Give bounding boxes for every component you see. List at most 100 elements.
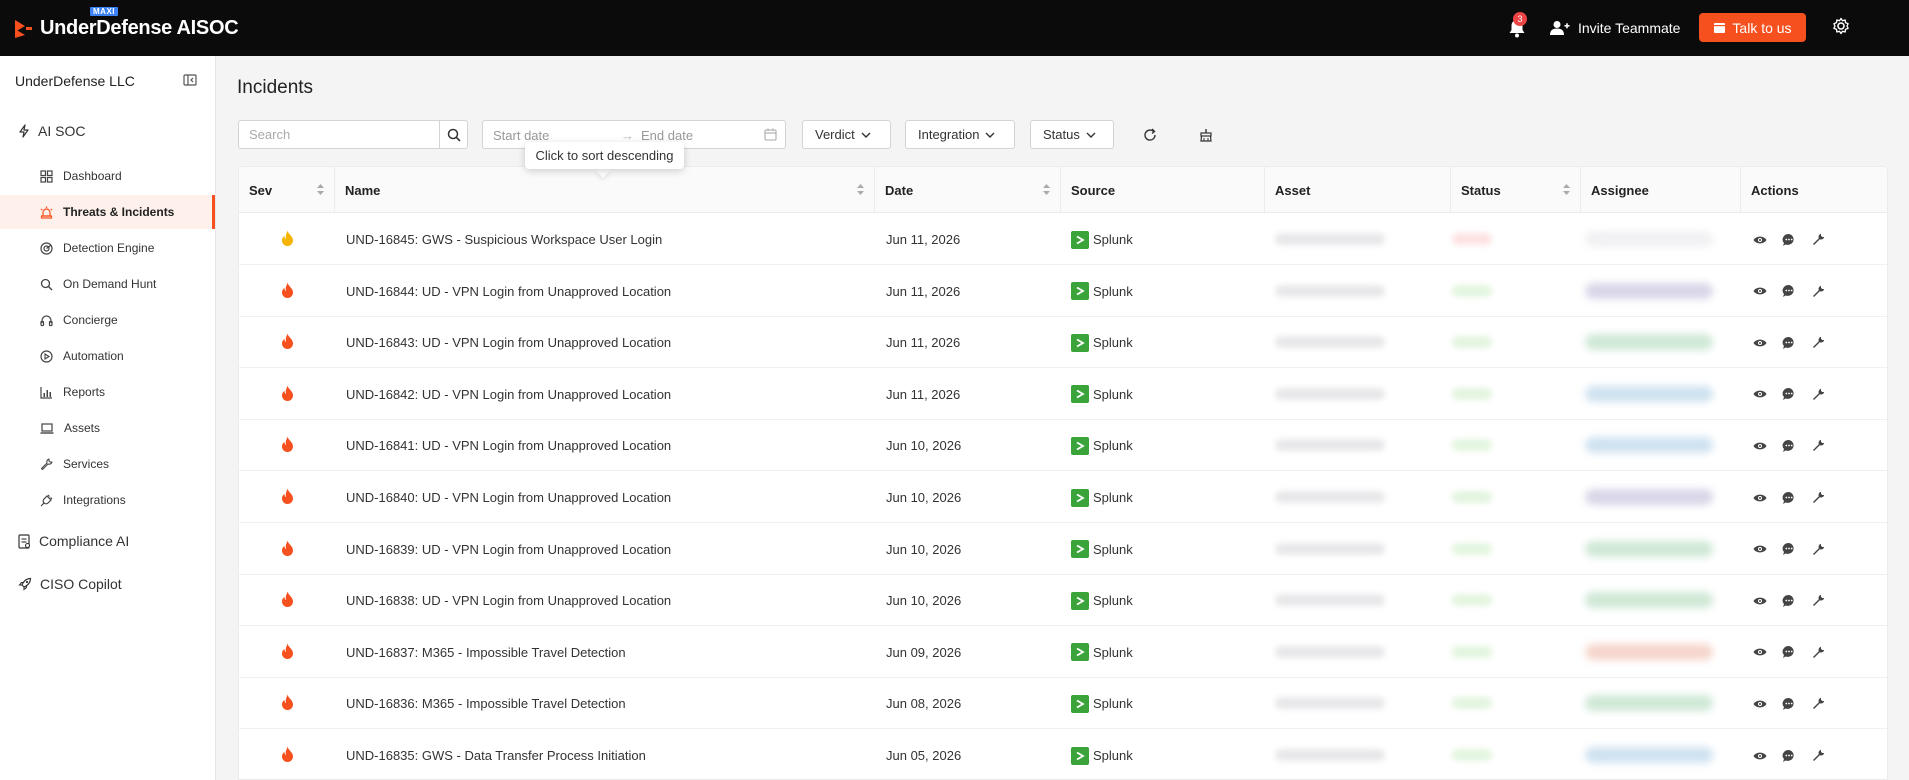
view-icon[interactable] <box>1751 695 1769 713</box>
comment-icon[interactable] <box>1780 489 1798 507</box>
wrench-icon[interactable] <box>1809 747 1827 765</box>
incident-name[interactable]: UND-16841: UD - VPN Login from Unapprove… <box>346 420 671 471</box>
sidebar-item-on-demand-hunt[interactable]: On Demand Hunt <box>0 267 215 301</box>
comment-icon[interactable] <box>1780 437 1798 455</box>
status-filter-dropdown[interactable]: Status <box>1030 120 1114 149</box>
view-icon[interactable] <box>1751 282 1769 300</box>
sidebar-collapse-icon[interactable] <box>183 73 197 87</box>
incident-name[interactable]: UND-16844: UD - VPN Login from Unapprove… <box>346 266 671 317</box>
sidebar-item-services[interactable]: Services <box>0 447 215 481</box>
wrench-icon[interactable] <box>1809 592 1827 610</box>
view-icon[interactable] <box>1751 334 1769 352</box>
section-compliance-ai[interactable]: Compliance AI <box>18 533 129 549</box>
table-row[interactable]: UND-16835: GWS - Data Transfer Process I… <box>239 730 1887 779</box>
table-row[interactable]: UND-16838: UD - VPN Login from Unapprove… <box>239 575 1887 627</box>
column-header-date[interactable]: Date <box>875 167 1061 213</box>
source-label: Splunk <box>1093 748 1133 763</box>
table-row[interactable]: UND-16840: UD - VPN Login from Unapprove… <box>239 472 1887 523</box>
sidebar-item-dashboard[interactable]: Dashboard <box>0 159 215 193</box>
incident-source: Splunk <box>1071 627 1133 678</box>
row-actions <box>1751 678 1838 729</box>
comment-icon[interactable] <box>1780 282 1798 300</box>
wrench-icon[interactable] <box>1809 231 1827 249</box>
org-name[interactable]: UnderDefense LLC <box>15 73 135 89</box>
wrench-icon[interactable] <box>1809 489 1827 507</box>
wrench-icon[interactable] <box>1809 282 1827 300</box>
section-ai-soc[interactable]: AI SOC <box>18 123 85 139</box>
comment-icon[interactable] <box>1780 231 1798 249</box>
gear-icon[interactable] <box>1832 17 1850 35</box>
sidebar-item-threats-incidents[interactable]: Threats & Incidents <box>0 195 215 229</box>
sidebar-item-automation[interactable]: Automation <box>0 339 215 373</box>
view-icon[interactable] <box>1751 231 1769 249</box>
incident-name[interactable]: UND-16840: UD - VPN Login from Unapprove… <box>346 472 671 523</box>
section-ciso-copilot[interactable]: CISO Copilot <box>18 576 122 592</box>
sidebar-item-label: On Demand Hunt <box>63 277 157 291</box>
row-actions <box>1751 730 1838 779</box>
view-icon[interactable] <box>1751 437 1769 455</box>
sidebar-item-assets[interactable]: Assets <box>0 411 215 445</box>
view-icon[interactable] <box>1751 592 1769 610</box>
column-header-sev[interactable]: Sev <box>239 167 335 213</box>
invite-teammate-button[interactable]: Invite Teammate <box>1550 16 1680 40</box>
comment-icon[interactable] <box>1780 334 1798 352</box>
table-row[interactable]: UND-16837: M365 - Impossible Travel Dete… <box>239 627 1887 678</box>
wrench-icon[interactable] <box>1809 437 1827 455</box>
comment-icon[interactable] <box>1780 592 1798 610</box>
start-date-field[interactable]: Start date <box>493 128 549 143</box>
view-icon[interactable] <box>1751 540 1769 558</box>
view-icon[interactable] <box>1751 643 1769 661</box>
incident-name[interactable]: UND-16837: M365 - Impossible Travel Dete… <box>346 627 626 678</box>
view-icon[interactable] <box>1751 385 1769 403</box>
sidebar-item-integrations[interactable]: Integrations <box>0 483 215 517</box>
comment-icon[interactable] <box>1780 540 1798 558</box>
incident-name[interactable]: UND-16843: UD - VPN Login from Unapprove… <box>346 317 671 368</box>
sidebar-item-reports[interactable]: Reports <box>0 375 215 409</box>
column-header-status[interactable]: Status <box>1451 167 1581 213</box>
comment-icon[interactable] <box>1780 695 1798 713</box>
comment-icon[interactable] <box>1780 747 1798 765</box>
brand-name: UnderDefense AISOC <box>40 16 239 39</box>
table-row[interactable]: UND-16844: UD - VPN Login from Unapprove… <box>239 266 1887 317</box>
table-row[interactable]: UND-16839: UD - VPN Login from Unapprove… <box>239 524 1887 575</box>
wrench-icon[interactable] <box>1809 540 1827 558</box>
refresh-button[interactable] <box>1139 124 1161 146</box>
source-label: Splunk <box>1093 490 1133 505</box>
wrench-icon[interactable] <box>1809 385 1827 403</box>
sidebar-item-detection-engine[interactable]: Detection Engine <box>0 231 215 265</box>
comment-icon[interactable] <box>1780 385 1798 403</box>
severity-cell <box>239 472 335 523</box>
end-date-field[interactable]: End date <box>641 128 693 143</box>
incident-name[interactable]: UND-16839: UD - VPN Login from Unapprove… <box>346 524 671 575</box>
table-row[interactable]: UND-16843: UD - VPN Login from Unapprove… <box>239 317 1887 369</box>
sidebar-item-concierge[interactable]: Concierge <box>0 303 215 337</box>
search-button[interactable] <box>439 120 468 149</box>
incident-source: Splunk <box>1071 369 1133 420</box>
comment-icon[interactable] <box>1780 643 1798 661</box>
talk-to-us-button[interactable]: Talk to us <box>1699 13 1806 42</box>
table-row[interactable]: UND-16845: GWS - Suspicious Workspace Us… <box>239 214 1887 265</box>
incident-date: Jun 08, 2026 <box>886 696 962 712</box>
sort-tooltip: Click to sort descending <box>525 142 684 169</box>
incident-name[interactable]: UND-16835: GWS - Data Transfer Process I… <box>346 730 646 779</box>
incident-name[interactable]: UND-16842: UD - VPN Login from Unapprove… <box>346 369 671 420</box>
incident-name[interactable]: UND-16845: GWS - Suspicious Workspace Us… <box>346 214 662 265</box>
incident-name[interactable]: UND-16838: UD - VPN Login from Unapprove… <box>346 575 671 626</box>
app-logo[interactable]: UnderDefense AISOC MAXI <box>12 7 239 43</box>
wrench-icon[interactable] <box>1809 643 1827 661</box>
incident-name[interactable]: UND-16836: M365 - Impossible Travel Dete… <box>346 678 626 729</box>
wrench-icon[interactable] <box>1809 695 1827 713</box>
table-row[interactable]: UND-16836: M365 - Impossible Travel Dete… <box>239 678 1887 730</box>
sort-icon <box>857 184 864 195</box>
wrench-icon[interactable] <box>1809 334 1827 352</box>
view-icon[interactable] <box>1751 489 1769 507</box>
search-input[interactable] <box>238 120 440 149</box>
table-row[interactable]: UND-16841: UD - VPN Login from Unapprove… <box>239 420 1887 472</box>
sidebar-item-label: Reports <box>63 385 106 399</box>
view-icon[interactable] <box>1751 747 1769 765</box>
clear-filters-button[interactable] <box>1195 124 1217 146</box>
integration-filter-dropdown[interactable]: Integration <box>905 120 1015 149</box>
verdict-filter-dropdown[interactable]: Verdict <box>802 120 891 149</box>
calendar-icon[interactable] <box>764 128 777 141</box>
table-row[interactable]: UND-16842: UD - VPN Login from Unapprove… <box>239 369 1887 420</box>
